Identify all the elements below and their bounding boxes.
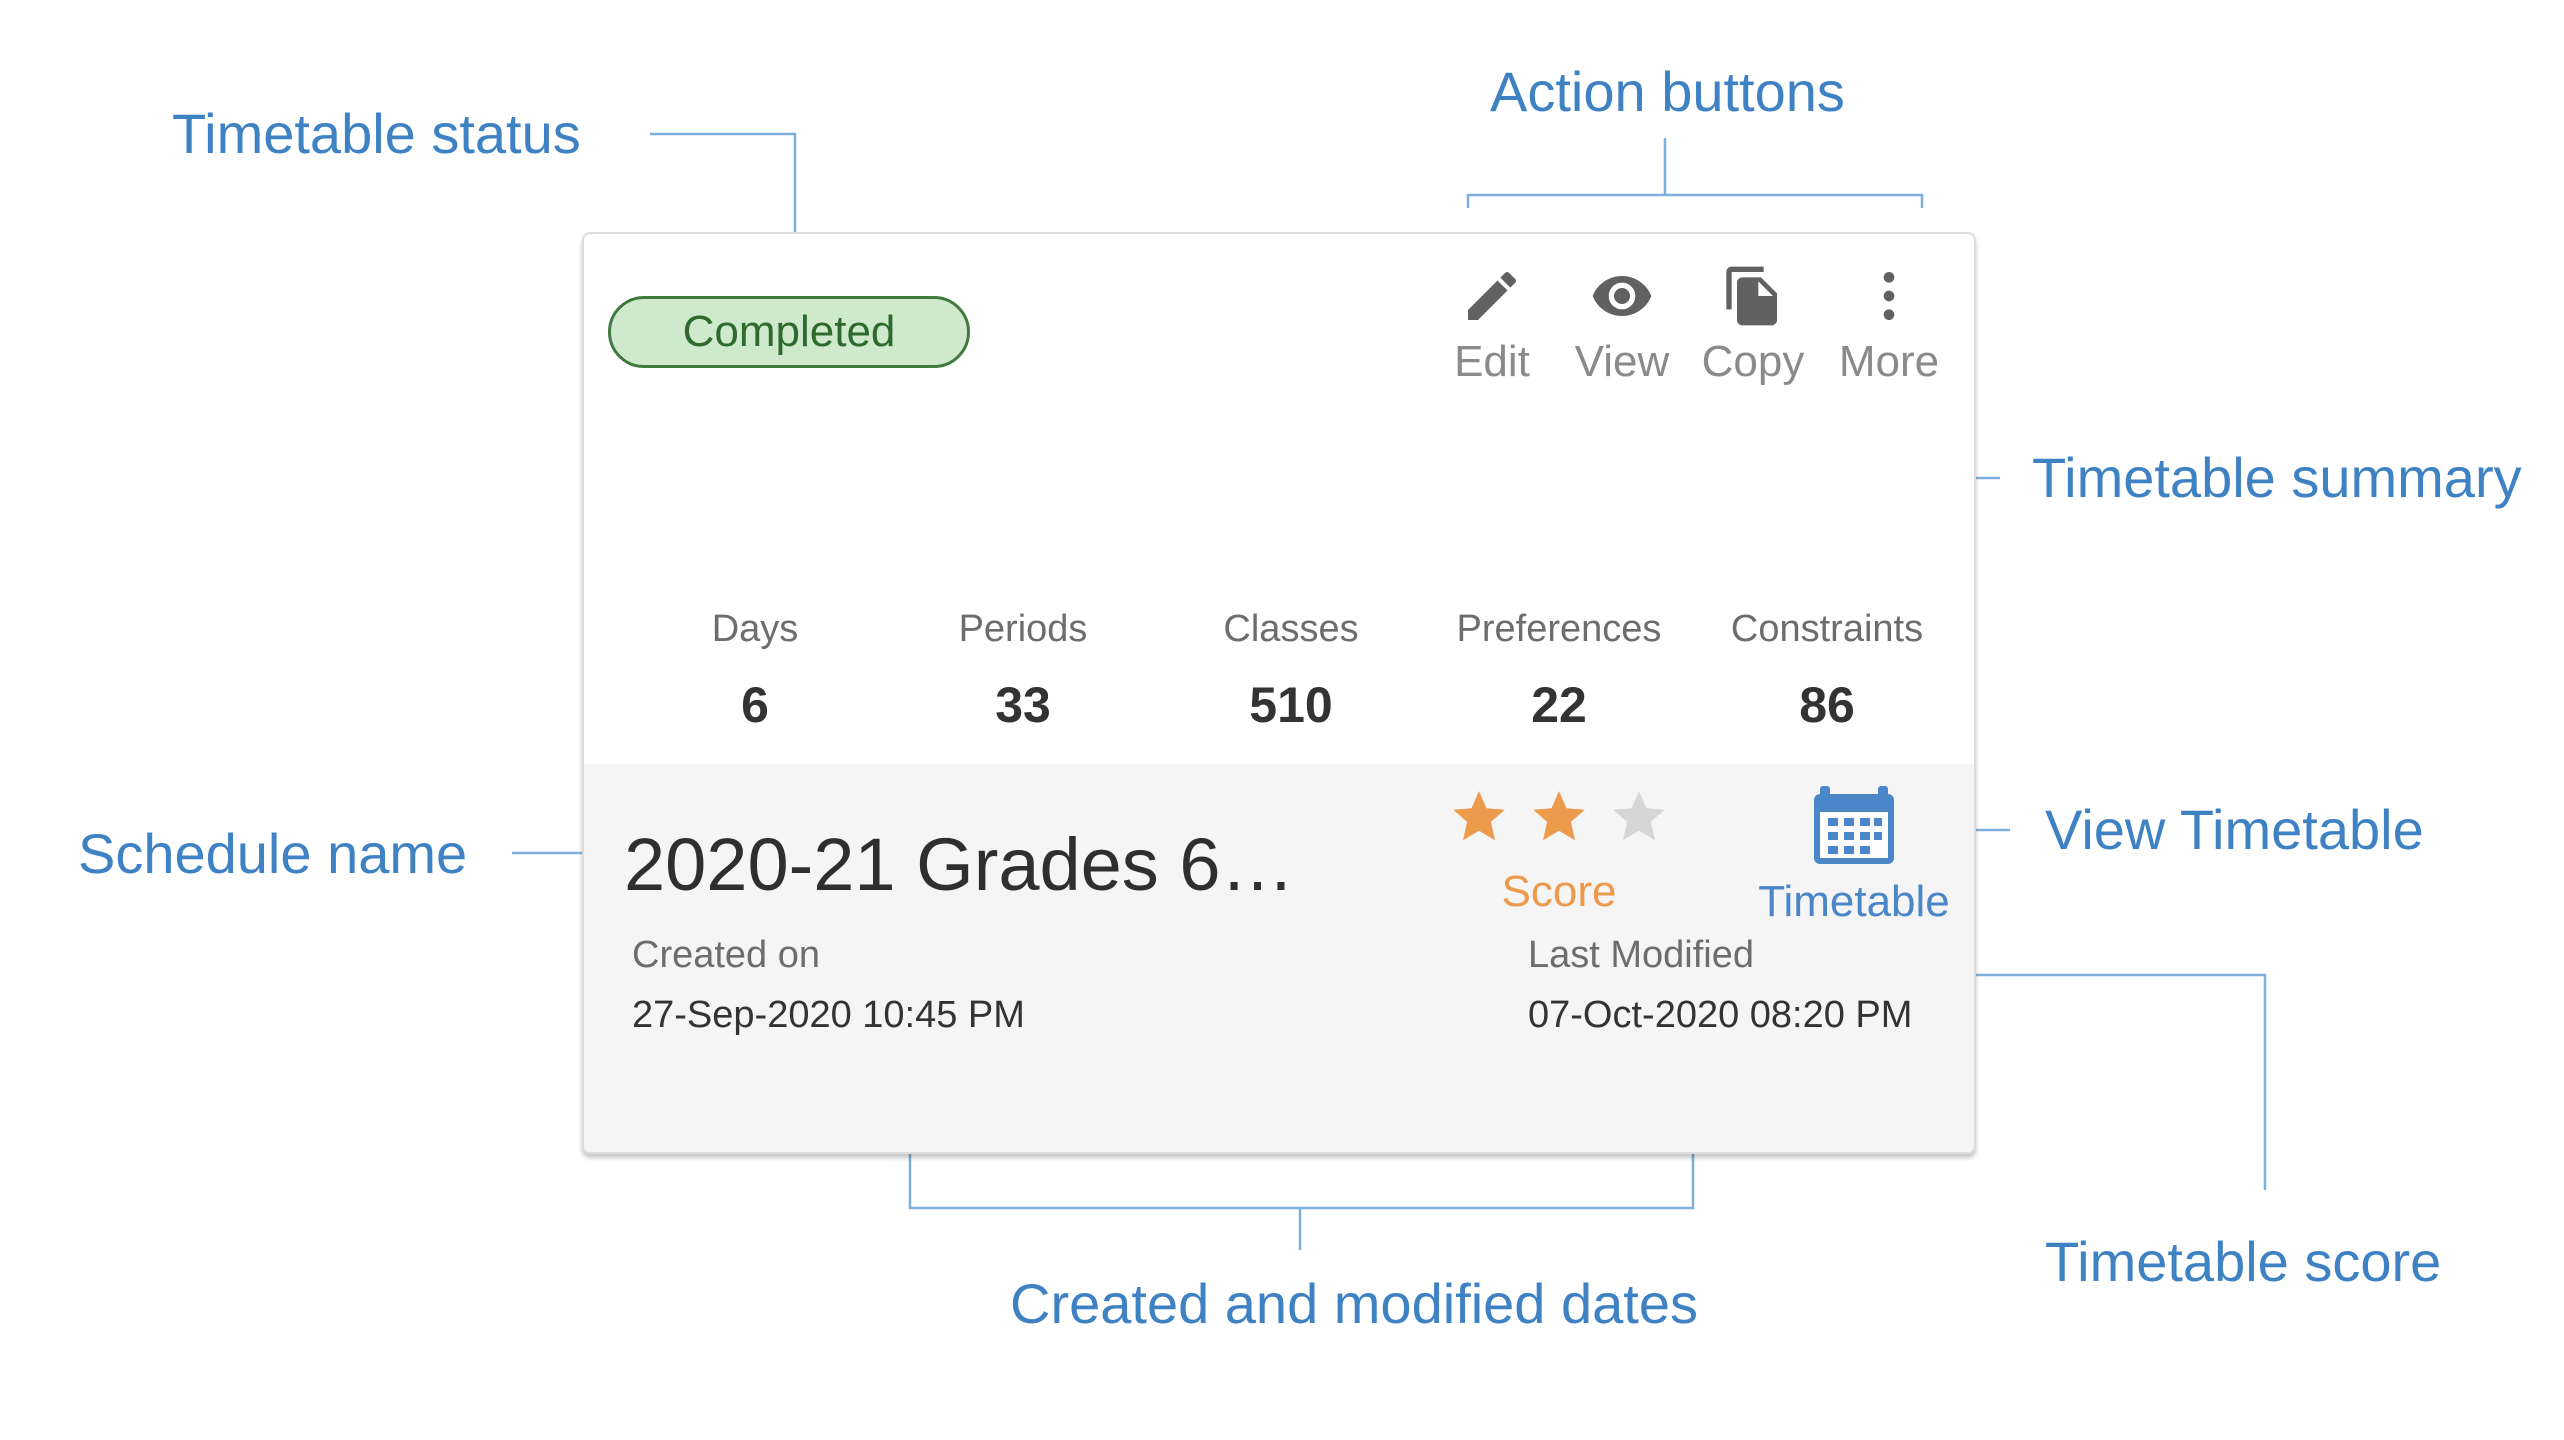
view-timetable-button[interactable]: Timetable (1744, 786, 1964, 924)
more-vertical-icon (1857, 264, 1921, 328)
stat-label: Days (711, 608, 799, 650)
stat-value: 510 (1249, 677, 1333, 733)
stat-value: 33 (995, 677, 1051, 733)
eye-icon (1590, 264, 1654, 328)
stat-value: 22 (1531, 677, 1587, 733)
score-label: Score (1501, 867, 1617, 916)
stat-constraints: Constraints 86 (1702, 610, 1952, 730)
star-empty-icon (1608, 786, 1670, 848)
modified-value: 07-Oct-2020 08:20 PM (1528, 994, 1913, 1036)
timetable-score: Score (1444, 786, 1674, 914)
callout-timetable-status: Timetable status (172, 102, 581, 165)
callout-created-modified-dates: Created and modified dates (1010, 1272, 1698, 1335)
callout-schedule-name: Schedule name (78, 822, 468, 885)
star-filled-icon (1448, 786, 1510, 848)
callout-view-timetable: View Timetable (2045, 798, 2424, 861)
stat-days: Days 6 (630, 610, 880, 730)
stat-label: Classes (1223, 608, 1359, 650)
stat-value: 6 (741, 677, 769, 733)
stat-classes: Classes 510 (1166, 610, 1416, 730)
stat-label: Preferences (1456, 608, 1662, 650)
copy-button[interactable]: Copy (1690, 264, 1816, 384)
status-badge: Completed (608, 296, 970, 368)
schedule-name: 2020-21 Grades 6… (624, 824, 1295, 906)
edit-label: Edit (1454, 337, 1530, 386)
action-buttons: Edit View Copy More (1420, 264, 1952, 384)
card-footer: 2020-21 Grades 6… Score Timetable Create… (584, 764, 1974, 1152)
edit-button[interactable]: Edit (1430, 264, 1554, 384)
stat-label: Constraints (1730, 608, 1924, 650)
timetable-card: Completed Edit View Copy More Days 6 Per… (582, 232, 1976, 1154)
stat-label: Periods (958, 608, 1088, 650)
callout-action-buttons: Action buttons (1490, 60, 1845, 123)
created-label: Created on (632, 934, 821, 976)
stat-value: 86 (1799, 677, 1855, 733)
calendar-icon (1812, 786, 1896, 866)
view-label: View (1574, 337, 1670, 386)
view-button[interactable]: View (1564, 264, 1680, 384)
action-buttons-bracket (1466, 138, 1924, 208)
modified-label: Last Modified (1528, 934, 1755, 976)
more-button[interactable]: More (1826, 264, 1952, 384)
copy-label: Copy (1701, 337, 1805, 386)
copy-icon (1721, 264, 1785, 328)
callout-timetable-score: Timetable score (2045, 1230, 2442, 1293)
timetable-summary: Days 6 Periods 33 Classes 510 Preference… (630, 610, 1952, 730)
timetable-label: Timetable (1758, 877, 1950, 926)
pencil-icon (1460, 264, 1524, 328)
score-stars (1448, 786, 1670, 848)
star-filled-icon (1528, 786, 1590, 848)
callout-timetable-summary: Timetable summary (2032, 446, 2522, 509)
more-label: More (1838, 337, 1940, 386)
stat-periods: Periods 33 (898, 610, 1148, 730)
created-value: 27-Sep-2020 10:45 PM (632, 994, 1025, 1036)
stat-preferences: Preferences 22 (1434, 610, 1684, 730)
